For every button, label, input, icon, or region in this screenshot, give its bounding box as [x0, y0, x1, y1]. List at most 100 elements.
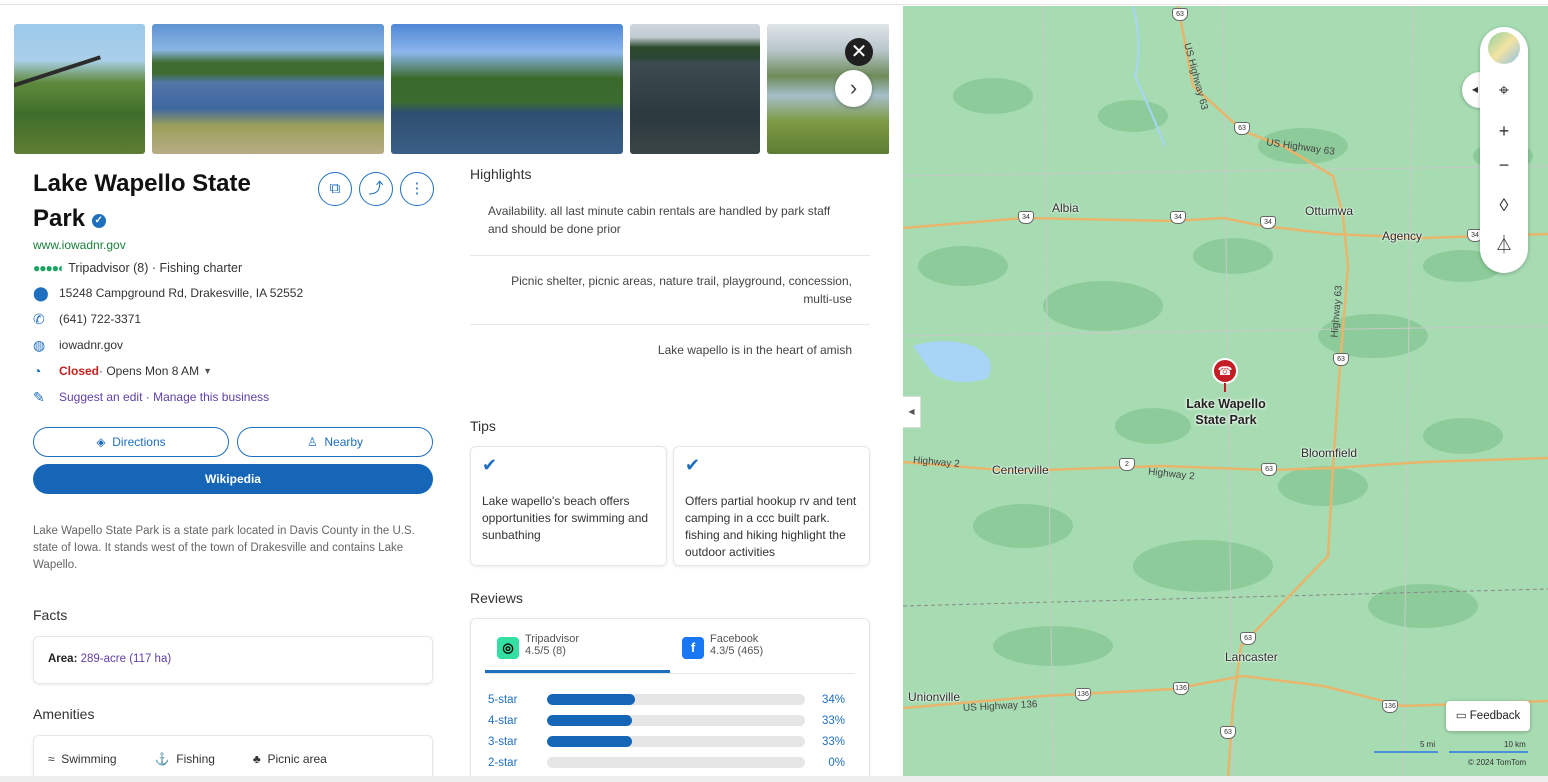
- bar-percent: 33%: [821, 714, 845, 727]
- suggest-edit-link[interactable]: Suggest an edit: [59, 390, 142, 404]
- photo-lake-2[interactable]: [391, 24, 623, 154]
- facts-card: Area: 289-acre (117 ha): [33, 636, 433, 684]
- photo-bridge[interactable]: [14, 24, 145, 154]
- highlight-item: Lake wapello is in the heart of amish: [657, 343, 852, 357]
- place-label[interactable]: Albia: [1052, 201, 1079, 215]
- pin-label[interactable]: Lake Wapello State Park: [1168, 396, 1284, 428]
- close-icon[interactable]: ✕: [845, 38, 873, 66]
- reviews-heading: Reviews: [470, 590, 523, 606]
- chevron-right-icon[interactable]: ›: [835, 70, 872, 107]
- my-location-icon[interactable]: ⌖: [1488, 74, 1520, 106]
- place-label[interactable]: Unionville: [908, 690, 960, 704]
- tip-text: Lake wapello's beach offers opportunitie…: [482, 494, 649, 542]
- route-shield: 63: [1240, 632, 1256, 645]
- collapse-panel-button[interactable]: ◀: [903, 396, 921, 428]
- tip-card: ✔ Offers partial hookup rv and tent camp…: [673, 446, 870, 566]
- rating-bar-row[interactable]: 2-star 0%: [485, 752, 855, 773]
- area-value-link[interactable]: 289-acre (117 ha): [81, 653, 172, 665]
- route-shield: 34: [1170, 211, 1186, 224]
- page-title: Lake Wapello State Park ✓: [33, 166, 293, 236]
- zoom-out-button[interactable]: −: [1488, 149, 1520, 181]
- directions-button[interactable]: ◈ Directions: [33, 427, 229, 457]
- zoom-in-button[interactable]: +: [1488, 115, 1520, 147]
- address-text: 15248 Campground Rd, Drakesville, IA 525…: [59, 286, 304, 300]
- check-badge-icon: ✔: [482, 455, 498, 475]
- amenity-fishing: ⚓ Fishing: [155, 752, 215, 768]
- share-button[interactable]: ⤴: [359, 172, 393, 206]
- tilt-icon[interactable]: ⏃: [1488, 229, 1520, 261]
- bar-label: 2-star: [488, 756, 518, 769]
- amenity-label: Fishing: [176, 752, 215, 766]
- bar-label: 4-star: [488, 714, 518, 727]
- amenities-heading: Amenities: [33, 706, 95, 722]
- feedback-icon: ▭: [1455, 710, 1467, 722]
- tab-facebook[interactable]: f Facebook 4.3/5 (465): [670, 633, 855, 673]
- rating-row[interactable]: ●●●●◐ Tripadvisor (8) · Fishing charter: [33, 261, 433, 275]
- place-label[interactable]: Lancaster: [1225, 650, 1278, 664]
- pencil-icon: ✎: [33, 388, 45, 405]
- route-shield: 34: [1260, 216, 1276, 229]
- rating-bar-row[interactable]: 3-star 33%: [485, 731, 855, 752]
- bar-track: [547, 736, 805, 747]
- nearby-icon: ♙: [306, 435, 318, 449]
- bar-percent: 0%: [828, 756, 845, 769]
- chevron-down-icon[interactable]: ▼: [203, 366, 212, 376]
- photo-strip[interactable]: [14, 24, 889, 154]
- phone-row[interactable]: ✆ (641) 722-3371: [33, 311, 433, 327]
- place-label[interactable]: Ottumwa: [1305, 204, 1353, 218]
- highlight-item: Picnic shelter, picnic areas, nature tra…: [470, 256, 870, 325]
- amenity-swimming: ≈ Swimming: [48, 752, 117, 768]
- hours-status: Closed: [59, 364, 100, 378]
- tab-score: 4.5/5 (8): [525, 645, 566, 657]
- highlights-heading: Highlights: [470, 166, 532, 182]
- save-button[interactable]: ⧉: [318, 172, 352, 206]
- amenities-card: ≈ Swimming ⚓ Fishing ♣ Picnic area: [33, 735, 433, 782]
- website-row[interactable]: ◍ iowadnr.gov: [33, 337, 433, 353]
- more-options-button[interactable]: ⋮: [400, 172, 434, 206]
- clock-icon: ◔: [33, 363, 42, 379]
- hours-row[interactable]: ◔ Closed · Opens Mon 8 AM ▼: [33, 363, 433, 379]
- phone-text: (641) 722-3371: [59, 312, 142, 326]
- highlight-item: Availability. all last minute cabin rent…: [470, 182, 870, 256]
- photo-lake-3[interactable]: [630, 24, 760, 154]
- directions-label: Directions: [112, 435, 166, 449]
- pin-label-line-2: State Park: [1195, 413, 1257, 427]
- rating-bar-row[interactable]: 5-star 34%: [485, 689, 855, 710]
- place-label[interactable]: Agency: [1382, 229, 1422, 243]
- verified-icon: ✓: [91, 214, 106, 228]
- bar-percent: 34%: [821, 693, 845, 706]
- hours-next: · Opens Mon 8 AM: [99, 364, 200, 378]
- website-link[interactable]: www.iowadnr.gov: [33, 238, 433, 252]
- route-shield: 63: [1333, 353, 1349, 366]
- scale-miles: 5 mi: [1420, 740, 1436, 749]
- tip-text: Offers partial hookup rv and tent campin…: [685, 494, 857, 559]
- tab-tripadvisor[interactable]: ◎ Tripadvisor 4.5/5 (8): [485, 633, 670, 673]
- feedback-button[interactable]: ▭ Feedback: [1446, 701, 1530, 731]
- rating-bar-row[interactable]: 4-star 33%: [485, 710, 855, 731]
- bridge-shape: [14, 55, 109, 114]
- bar-track: [547, 757, 805, 768]
- bar-fill: [547, 736, 633, 747]
- amenity-label: Swimming: [61, 752, 117, 766]
- place-pin-icon[interactable]: ☎: [1212, 358, 1238, 384]
- place-label[interactable]: Bloomfield: [1301, 446, 1357, 460]
- bar-label: 3-star: [488, 735, 518, 748]
- map-style-icon[interactable]: [1488, 32, 1520, 64]
- photo-lake-1[interactable]: [152, 24, 384, 154]
- place-label[interactable]: Centerville: [992, 463, 1049, 477]
- manage-business-link[interactable]: Manage this business: [153, 390, 269, 404]
- wikipedia-button[interactable]: Wikipedia: [33, 464, 433, 494]
- nearby-button[interactable]: ♙ Nearby: [237, 427, 433, 457]
- address-row[interactable]: ⬤ 15248 Campground Rd, Drakesville, IA 5…: [33, 285, 433, 301]
- domain-text: iowadnr.gov: [59, 338, 124, 352]
- phone-icon: ✆: [33, 310, 45, 327]
- compass-icon[interactable]: ◊: [1488, 189, 1520, 221]
- route-shield: 63: [1172, 8, 1188, 21]
- bar-fill: [547, 715, 633, 726]
- amenity-label: Picnic area: [267, 752, 327, 766]
- map-copyright: © 2024 TomTom: [1468, 758, 1527, 767]
- route-shield: 2: [1119, 458, 1135, 471]
- route-shield: 34: [1018, 211, 1034, 224]
- bar-track: [547, 715, 805, 726]
- pin-stem: [1224, 383, 1226, 392]
